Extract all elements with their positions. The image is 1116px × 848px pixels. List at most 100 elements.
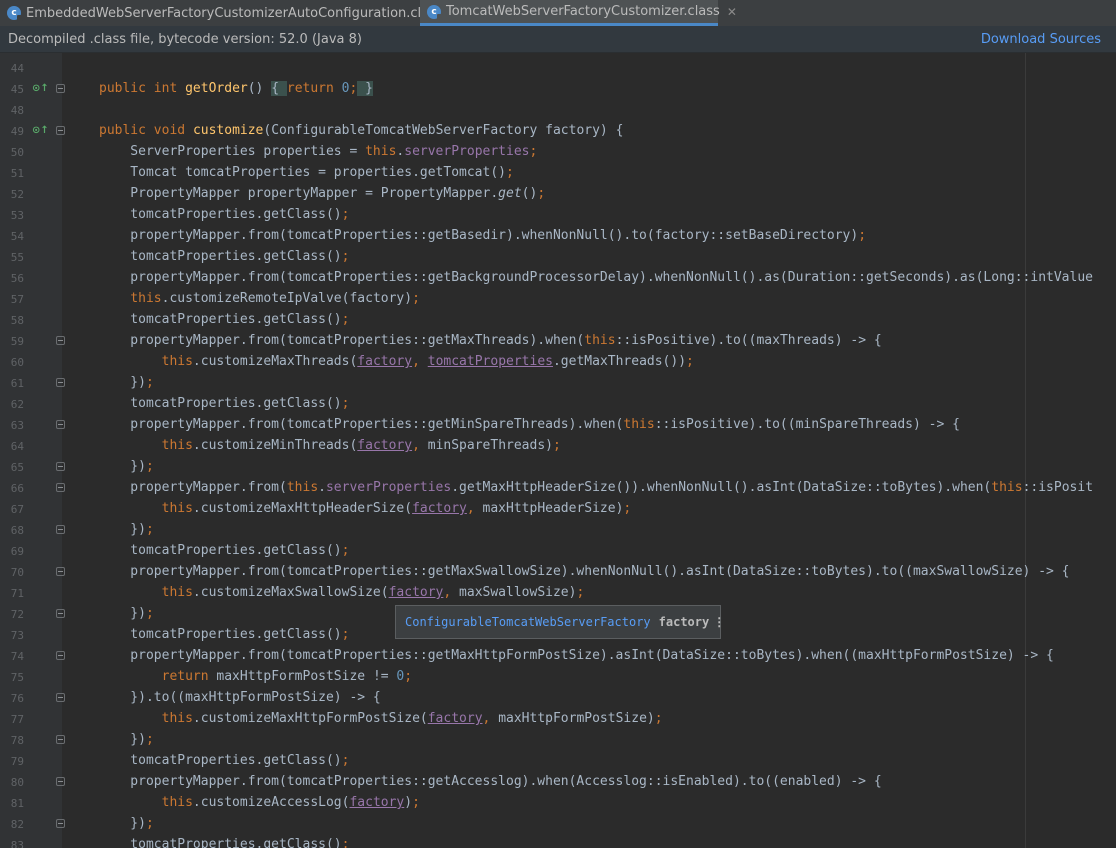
fold-toggle-icon[interactable]: [56, 693, 65, 702]
fold-toggle-icon[interactable]: [56, 126, 65, 135]
code-text: this.customizeMinThreads(factory, minSpa…: [99, 438, 561, 454]
code-token: .getMaxHttpHeaderSize()).whenNonNull().a…: [451, 480, 992, 495]
code-line: 45 ⊙↑ public int getOrder() { return 0; }: [0, 79, 1116, 100]
code-line: 53 tomcatProperties.getClass();: [0, 205, 1116, 226]
code-text: tomcatProperties.getClass();: [99, 627, 349, 643]
code-token: this: [286, 480, 319, 495]
code-line: 80 propertyMapper.from(tomcatProperties:…: [0, 772, 1116, 793]
code-token: .customizeMaxHttpFormPostSize(: [192, 711, 428, 726]
code-text: this.customizeRemoteIpValve(factory);: [99, 291, 420, 307]
code-token: ;: [145, 522, 154, 537]
line-number: 57: [10, 293, 24, 306]
code-token: factory: [412, 501, 467, 516]
fold-toggle-icon[interactable]: [56, 567, 65, 576]
code-token: factory: [427, 711, 483, 726]
code-token: this: [99, 585, 193, 600]
code-line: 71 this.customizeMaxSwallowSize(factory,…: [0, 583, 1116, 604]
code-token: }): [99, 459, 146, 474]
line-number: 62: [10, 398, 24, 411]
code-text: return maxHttpFormPostSize != 0;: [99, 669, 412, 685]
fold-toggle-icon[interactable]: [56, 525, 65, 534]
code-text: });: [99, 606, 154, 622]
code-token: return: [286, 81, 342, 96]
fold-toggle-icon[interactable]: [56, 483, 65, 492]
code-text: });: [99, 732, 154, 748]
line-number: 77: [10, 713, 24, 726]
fold-toggle-icon[interactable]: [56, 336, 65, 345]
parameter-info-tooltip: ConfigurableTomcatWebServerFactory facto…: [395, 605, 725, 639]
fold-toggle-icon[interactable]: [56, 819, 65, 828]
line-number: 66: [10, 482, 24, 495]
code-token: ;: [858, 228, 867, 243]
code-token: getOrder: [185, 81, 248, 96]
code-token: ;: [537, 186, 546, 201]
code-line: 77 this.customizeMaxHttpFormPostSize(fac…: [0, 709, 1116, 730]
line-number: 50: [10, 146, 24, 159]
code-token: tomcatProperties.getClass(): [99, 396, 342, 411]
override-method-icon[interactable]: ⊙↑: [32, 125, 49, 136]
line-number: 65: [10, 461, 24, 474]
line-number: 60: [10, 356, 24, 369]
fold-toggle-icon[interactable]: [56, 84, 65, 93]
fold-toggle-icon[interactable]: [56, 651, 65, 660]
line-number: 59: [10, 335, 24, 348]
code-editor[interactable]: 44 45 ⊙↑ public int getOrder() { return 0; …: [0, 53, 1116, 848]
fold-toggle-icon[interactable]: [56, 735, 65, 744]
line-number: 63: [10, 419, 24, 432]
code-token: ,: [466, 501, 483, 516]
code-token: (): [247, 81, 272, 96]
code-text: tomcatProperties.getClass();: [99, 396, 349, 412]
code-token: ;: [529, 144, 538, 159]
fold-toggle-icon[interactable]: [56, 462, 65, 471]
code-text: propertyMapper.from(tomcatProperties::ge…: [99, 417, 960, 433]
code-token: ;: [145, 732, 154, 747]
tab-tomcat-webserver-factory-customizer[interactable]: c TomcatWebServerFactoryCustomizer.class…: [420, 0, 737, 26]
code-token: ;: [341, 312, 350, 327]
code-line: 59 propertyMapper.from(tomcatProperties:…: [0, 331, 1116, 352]
code-line: 54 propertyMapper.from(tomcatProperties:…: [0, 226, 1116, 247]
code-line: 49 ⊙↑ public void customize(ConfigurableTo…: [0, 121, 1116, 142]
code-text: this.customizeMaxThreads(factory, tomcat…: [99, 354, 694, 370]
code-line: 64 this.customizeMinThreads(factory, min…: [0, 436, 1116, 457]
download-sources-link[interactable]: Download Sources: [981, 32, 1101, 47]
code-token: }): [99, 606, 146, 621]
code-token: ;: [341, 249, 350, 264]
tab-embedded-webserver-factory-customizer-autoconfiguration[interactable]: c EmbeddedWebServerFactoryCustomizerAuto…: [0, 0, 460, 26]
line-number: 61: [10, 377, 24, 390]
code-token: this: [99, 354, 193, 369]
code-token: ,: [482, 711, 499, 726]
line-number: 78: [10, 734, 24, 747]
code-text: }).to((maxHttpFormPostSize) -> {: [99, 690, 380, 706]
override-method-icon[interactable]: ⊙↑: [32, 83, 49, 94]
tab-label: EmbeddedWebServerFactoryCustomizerAutoCo…: [26, 5, 443, 21]
code-line: 61 });: [0, 373, 1116, 394]
code-token: ;: [145, 816, 154, 831]
code-token: ;: [404, 669, 413, 684]
code-text: tomcatProperties.getClass();: [99, 837, 349, 848]
fold-toggle-icon[interactable]: [56, 378, 65, 387]
code-token: this: [99, 501, 193, 516]
line-number: 58: [10, 314, 24, 327]
code-token: return: [99, 669, 217, 684]
code-token: tomcatProperties.getClass(): [99, 627, 342, 642]
code-token: .customizeMaxThreads(: [192, 354, 358, 369]
code-token: ;: [341, 627, 350, 642]
fold-toggle-icon[interactable]: [56, 777, 65, 786]
code-line: 79 tomcatProperties.getClass();: [0, 751, 1116, 772]
code-token: this: [365, 144, 397, 159]
fold-toggle-icon[interactable]: [56, 609, 65, 618]
code-token: ::isPositive).to((maxThreads) -> {: [615, 333, 882, 348]
close-icon[interactable]: ✕: [727, 5, 737, 19]
code-token: this: [99, 438, 193, 453]
code-token: this: [623, 417, 655, 432]
code-token: .customizeRemoteIpValve(factory): [161, 291, 413, 306]
code-token: ;: [145, 375, 154, 390]
code-text: tomcatProperties.getClass();: [99, 753, 349, 769]
fold-toggle-icon[interactable]: [56, 420, 65, 429]
more-options-icon[interactable]: ⋮: [713, 615, 725, 629]
code-token: propertyMapper.from(tomcatProperties::ge…: [99, 648, 1054, 663]
code-line: 44: [0, 58, 1116, 79]
decompiled-info-bar: Decompiled .class file, bytecode version…: [0, 26, 1116, 53]
line-number: 80: [10, 776, 24, 789]
code-text: });: [99, 459, 154, 475]
